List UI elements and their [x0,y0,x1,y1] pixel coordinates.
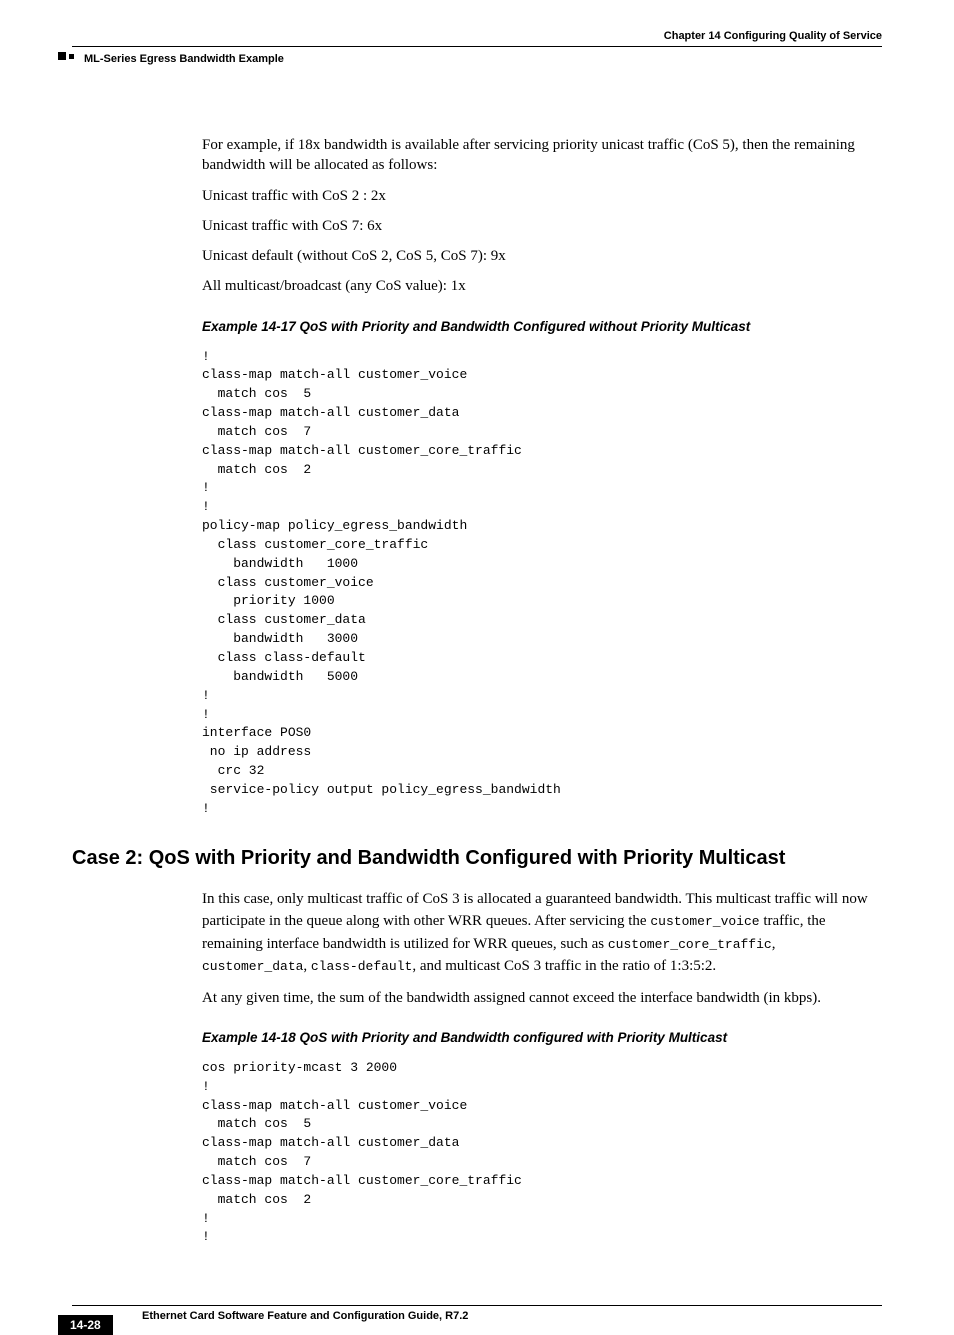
intro-bullet-2: Unicast traffic with CoS 7: 6x [202,216,882,236]
header-section: ML-Series Egress Bandwidth Example [84,53,882,65]
code-inline: customer_core_traffic [608,937,772,952]
text: , [303,958,311,974]
section-marker-icon [58,52,80,62]
example-14-18-code: cos priority-mcast 3 2000 ! class-map ma… [202,1059,882,1247]
header-rule [72,46,882,47]
text: , [772,936,776,952]
case-2-paragraph-1: In this case, only multicast traffic of … [202,888,882,978]
intro-bullet-4: All multicast/broadcast (any CoS value):… [202,276,882,296]
example-14-17-code: ! class-map match-all customer_voice mat… [202,348,882,819]
footer-rule [72,1305,882,1306]
page-content: For example, if 18x bandwidth is availab… [202,135,882,1247]
code-inline: customer_data [202,959,303,974]
page-number: 14-28 [58,1315,113,1335]
code-inline: customer_voice [650,914,759,929]
intro-bullet-1: Unicast traffic with CoS 2 : 2x [202,186,882,206]
code-inline: class-default [311,959,412,974]
intro-bullet-3: Unicast default (without CoS 2, CoS 5, C… [202,246,882,266]
page-footer: Ethernet Card Software Feature and Confi… [72,1305,882,1322]
example-14-18-title: Example 14-18 QoS with Priority and Band… [202,1030,882,1045]
example-14-17-title: Example 14-17 QoS with Priority and Band… [202,319,882,334]
case-2-paragraph-2: At any given time, the sum of the bandwi… [202,988,882,1008]
intro-paragraph: For example, if 18x bandwidth is availab… [202,135,882,176]
footer-doc-title: Ethernet Card Software Feature and Confi… [142,1310,882,1322]
case-2-heading: Case 2: QoS with Priority and Bandwidth … [72,847,882,870]
header-chapter: Chapter 14 Configuring Quality of Servic… [72,30,882,42]
text: , and multicast CoS 3 traffic in the rat… [412,958,716,974]
